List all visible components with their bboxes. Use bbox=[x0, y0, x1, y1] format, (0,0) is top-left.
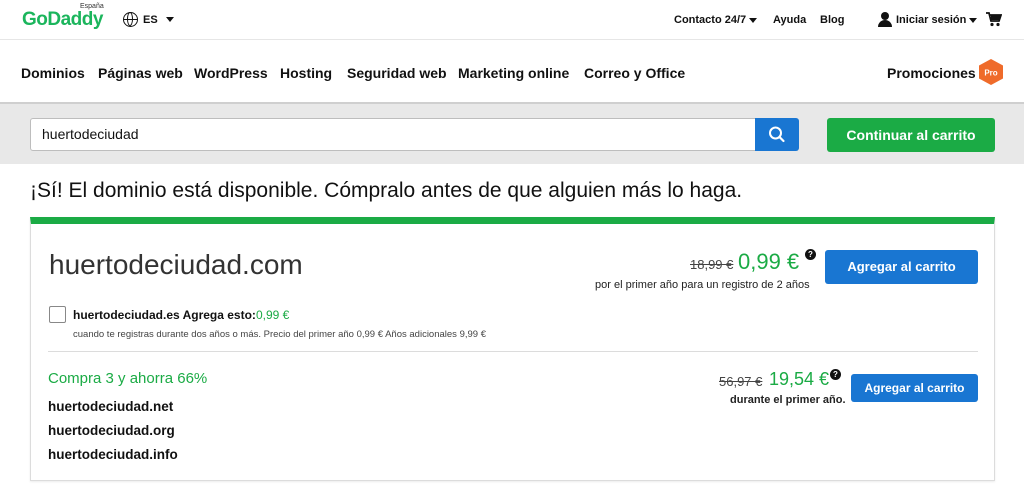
globe-icon bbox=[123, 12, 138, 27]
signin-menu[interactable]: Iniciar sesión bbox=[896, 14, 978, 26]
availability-headline: ¡Sí! El dominio está disponible. Cómpral… bbox=[30, 179, 743, 202]
nav-item-hosting[interactable]: Hosting bbox=[280, 65, 332, 81]
continue-to-cart-button[interactable]: Continuar al carrito bbox=[827, 118, 995, 152]
nav-item-marketing[interactable]: Marketing online bbox=[458, 65, 569, 81]
help-icon[interactable]: ? bbox=[805, 249, 816, 260]
chevron-down-icon bbox=[969, 17, 978, 23]
bundle-price-note: durante el primer año. bbox=[730, 394, 846, 406]
addon-label: Agrega esto: bbox=[182, 308, 256, 322]
bundle-domain-item: huertodeciudad.info bbox=[48, 447, 178, 462]
contact-label: Contacto 24/7 bbox=[674, 14, 747, 26]
user-icon bbox=[878, 12, 892, 28]
cart-icon[interactable] bbox=[986, 12, 1002, 27]
contact-menu[interactable]: Contacto 24/7 bbox=[674, 14, 758, 26]
help-link[interactable]: Ayuda bbox=[773, 14, 806, 26]
signin-label: Iniciar sesión bbox=[896, 14, 967, 26]
language-selector[interactable]: ES bbox=[123, 12, 174, 27]
addon-domain: huertodeciudad.es bbox=[73, 308, 180, 322]
chevron-down-icon bbox=[749, 17, 758, 23]
blog-link[interactable]: Blog bbox=[820, 14, 844, 26]
addon-offer: huertodeciudad.es Agrega esto:0,99 € bbox=[73, 308, 289, 322]
bundle-title: Compra 3 y ahorra 66% bbox=[48, 370, 208, 387]
nav-item-websites[interactable]: Páginas web bbox=[98, 65, 183, 81]
domain-result-card: huertodeciudad.com 18,99 € 0,99 € ? por … bbox=[30, 217, 995, 481]
addon-note: cuando te registras durante dos años o m… bbox=[73, 329, 486, 340]
logo-region-label: España bbox=[80, 3, 104, 10]
primary-new-price: 0,99 € bbox=[738, 249, 800, 274]
nav-item-domains[interactable]: Dominios bbox=[21, 65, 85, 81]
search-band: huertodeciudad Continuar al carrito bbox=[0, 102, 1024, 164]
addon-price: 0,99 € bbox=[255, 308, 290, 322]
pro-badge-label: Pro bbox=[984, 69, 997, 78]
bundle-new-price: 19,54 € bbox=[769, 369, 830, 389]
add-to-cart-button[interactable]: Agregar al carrito bbox=[825, 250, 978, 284]
top-utility-bar: GoDaddy España ES Contacto 24/7 Ayuda Bl… bbox=[0, 0, 1024, 40]
chevron-down-icon bbox=[165, 17, 174, 22]
primary-price-note: por el primer año para un registro de 2 … bbox=[595, 279, 810, 291]
addon-checkbox[interactable] bbox=[49, 306, 66, 323]
primary-domain-name: huertodeciudad.com bbox=[49, 249, 303, 280]
bundle-domain-item: huertodeciudad.org bbox=[48, 423, 175, 438]
bundle-add-to-cart-button[interactable]: Agregar al carrito bbox=[851, 374, 978, 402]
bundle-old-price: 56,97 € bbox=[719, 374, 763, 389]
help-icon[interactable]: ? bbox=[830, 369, 841, 380]
godaddy-logo[interactable]: GoDaddy bbox=[22, 9, 103, 31]
pro-badge[interactable]: Pro bbox=[979, 59, 1003, 85]
search-button[interactable] bbox=[755, 118, 799, 151]
divider bbox=[48, 351, 978, 352]
nav-item-email-office[interactable]: Correo y Office bbox=[584, 65, 685, 81]
bundle-domain-item: huertodeciudad.net bbox=[48, 399, 174, 414]
main-nav: Dominios Páginas web WordPress Hosting S… bbox=[0, 40, 1024, 102]
primary-old-price: 18,99 € bbox=[690, 257, 734, 272]
domain-search-input[interactable]: huertodeciudad bbox=[30, 118, 756, 151]
nav-item-wordpress[interactable]: WordPress bbox=[194, 65, 268, 81]
language-label: ES bbox=[143, 13, 158, 26]
search-icon bbox=[769, 126, 785, 143]
nav-item-security[interactable]: Seguridad web bbox=[347, 65, 447, 81]
nav-item-promotions[interactable]: Promociones bbox=[887, 65, 976, 81]
